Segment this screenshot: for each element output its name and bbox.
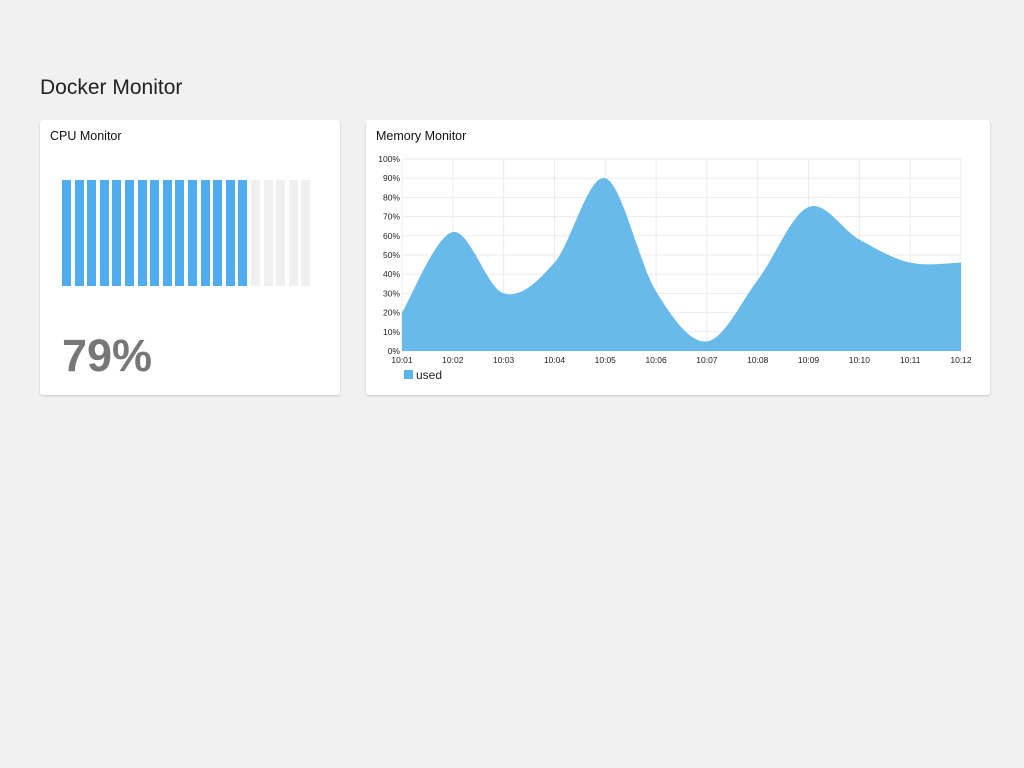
cpu-bar-empty: [288, 180, 298, 286]
y-tick-label: 40%: [383, 269, 400, 279]
cpu-bar-empty: [276, 180, 286, 286]
legend-label-used: used: [416, 368, 442, 382]
x-tick-label: 10:09: [798, 355, 820, 365]
page-title: Docker Monitor: [40, 76, 183, 99]
series-area-used: [402, 177, 961, 351]
y-tick-label: 20%: [383, 308, 400, 318]
cpu-percent-value: 79%: [62, 330, 153, 381]
x-tick-label: 10:06: [645, 355, 667, 365]
memory-monitor-card: Memory Monitor 0% 10% 20% 30% 40% 50% 60% 70% 80…: [366, 120, 990, 395]
y-tick-label: 70%: [383, 212, 400, 222]
cpu-monitor-title: CPU Monitor: [50, 129, 122, 143]
cpu-monitor-card: CPU Monitor 79%: [40, 120, 340, 395]
cpu-bar-filled: [200, 180, 210, 286]
y-tick-label: 60%: [383, 231, 400, 241]
cpu-usage-bars: [62, 180, 312, 286]
y-tick-label: 30%: [383, 288, 400, 298]
cpu-bar-filled: [125, 180, 134, 286]
cpu-bar-filled: [175, 180, 185, 286]
cpu-bar-filled: [62, 180, 71, 286]
x-tick-label: 10:01: [391, 355, 413, 365]
x-tick-label: 10:08: [747, 355, 769, 365]
cpu-bar-filled: [188, 180, 197, 286]
y-tick-label: 90%: [383, 173, 400, 183]
x-tick-label: 10:07: [696, 355, 718, 365]
cpu-bar-filled: [87, 180, 97, 286]
x-tick-label: 10:11: [900, 355, 921, 365]
cpu-bar-filled: [74, 180, 84, 286]
cpu-bar-filled: [112, 180, 122, 286]
cpu-bar-filled: [99, 180, 109, 286]
x-tick-label: 10:03: [493, 355, 515, 365]
x-tick-label: 10:02: [442, 355, 464, 365]
cpu-bar-filled: [225, 180, 235, 286]
legend-swatch-used: [404, 370, 413, 379]
memory-area-chart: 0%10%20%30%40%50%60%70%80%90%100%10:01 10…: [378, 154, 972, 382]
y-tick-label: 100%: [378, 154, 400, 164]
cpu-bar-empty: [301, 180, 311, 286]
x-tick-label: 10:12: [950, 355, 972, 365]
y-tick-label: 80%: [383, 192, 400, 202]
cpu-bar-filled: [213, 180, 223, 286]
cpu-bar-filled: [238, 180, 248, 286]
x-tick-label: 10:05: [595, 355, 617, 365]
x-tick-label: 10:10: [849, 355, 871, 365]
x-tick-label: 10:04: [544, 355, 566, 365]
cpu-bar-empty: [251, 180, 260, 286]
y-tick-label: 10%: [383, 327, 400, 337]
cpu-bar-empty: [263, 180, 273, 286]
cpu-bar-filled: [137, 180, 147, 286]
y-tick-label: 50%: [383, 250, 400, 260]
cpu-bar-filled: [162, 180, 172, 286]
cpu-bar-filled: [150, 180, 160, 286]
